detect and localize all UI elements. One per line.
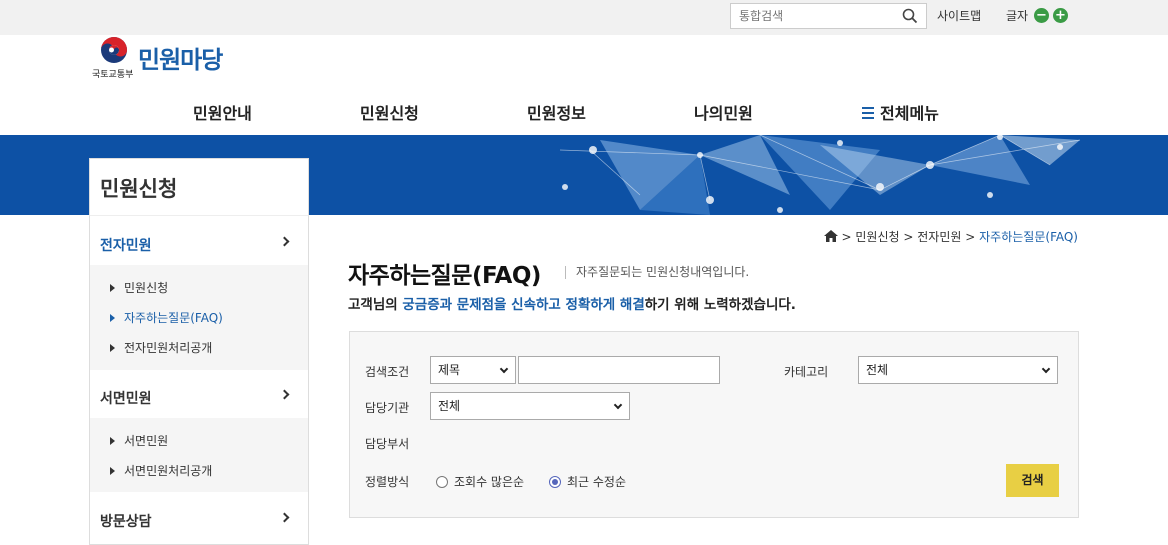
font-decrease-icon[interactable]: − xyxy=(1034,8,1049,23)
breadcrumb-item[interactable]: 민원신청 xyxy=(855,230,899,244)
government-emblem-icon xyxy=(101,37,127,63)
lnb-item-electronic-disclosure[interactable]: 전자민원처리공개 xyxy=(110,339,212,356)
lnb-submenu-written: 서면민원 서면민원처리공개 xyxy=(90,418,308,492)
breadcrumb-separator: > xyxy=(841,230,852,244)
breadcrumb-item[interactable]: 전자민원 xyxy=(917,230,961,244)
category-select[interactable]: 전체 xyxy=(858,356,1058,384)
lnb-title-box: 민원신청 xyxy=(89,158,309,215)
top-utility-bar: 사이트맵 글자 − + xyxy=(0,0,1168,35)
search-icon[interactable] xyxy=(902,8,918,24)
all-menu-button[interactable]: 전체메뉴 xyxy=(862,100,939,124)
intro-highlight: 궁금증과 문제점을 신속하고 정확하게 해결 xyxy=(402,297,645,313)
lnb-item-written[interactable]: 서면민원 xyxy=(110,432,168,449)
category-label: 카테고리 xyxy=(784,365,829,379)
agency-value: 전체 xyxy=(438,399,461,413)
font-size-label: 글자 xyxy=(1006,9,1029,23)
lnb-category-label: 방문상담 xyxy=(100,514,152,530)
chevron-right-icon xyxy=(279,512,290,523)
ministry-name: 국토교통부 xyxy=(92,70,134,80)
chevron-down-icon xyxy=(1041,364,1051,374)
nav-item-info[interactable]: 민원정보 xyxy=(527,100,586,124)
nav-item-guide[interactable]: 민원안내 xyxy=(193,100,252,124)
lnb-category-visit[interactable]: 방문상담 xyxy=(90,494,308,542)
lnb-submenu-electronic: 민원신청 자주하는질문(FAQ) 전자민원처리공개 xyxy=(90,265,308,370)
radio-button-selected[interactable] xyxy=(549,476,561,488)
lnb-category-electronic[interactable]: 전자민원 xyxy=(90,218,308,266)
page-title: 자주하는질문(FAQ) xyxy=(348,263,541,289)
lnb-item-apply[interactable]: 민원신청 xyxy=(110,279,168,296)
intro-text: 고객님의 궁금증과 문제점을 신속하고 정확하게 해결하기 위해 노력하겠습니다… xyxy=(348,293,796,313)
hamburger-icon xyxy=(862,107,874,120)
sort-option-recent[interactable]: 최근 수정순 xyxy=(549,473,626,490)
search-condition-label: 검색조건 xyxy=(365,365,410,379)
lnb-category-label: 전자민원 xyxy=(100,238,152,254)
chevron-right-icon xyxy=(279,236,290,247)
category-value: 전체 xyxy=(866,363,889,377)
department-label: 담당부서 xyxy=(365,437,410,451)
intro-prefix: 고객님의 xyxy=(348,297,403,313)
nav-item-apply[interactable]: 민원신청 xyxy=(360,100,419,124)
radio-button[interactable] xyxy=(436,476,448,488)
breadcrumb: > 민원신청 > 전자민원 > 자주하는질문(FAQ) xyxy=(823,228,1078,245)
chevron-right-icon xyxy=(279,389,290,400)
chevron-down-icon xyxy=(499,364,509,374)
home-icon[interactable] xyxy=(823,230,838,242)
global-search-input[interactable] xyxy=(731,4,891,28)
chevron-down-icon xyxy=(613,400,623,410)
sort-option-label: 최근 수정순 xyxy=(567,475,627,489)
site-logo[interactable]: 국토교통부 민원마당 xyxy=(92,36,252,82)
search-keyword-input[interactable] xyxy=(518,356,720,384)
agency-select[interactable]: 전체 xyxy=(430,392,630,420)
global-search-box xyxy=(730,3,927,29)
nav-item-my[interactable]: 나의민원 xyxy=(694,100,753,124)
sort-option-label: 조회수 많은순 xyxy=(454,475,525,489)
intro-suffix: 하기 위해 노력하겠습니다. xyxy=(644,297,796,313)
search-button[interactable]: 검색 xyxy=(1006,464,1059,497)
search-condition-value: 제목 xyxy=(438,363,461,377)
lnb-category-written[interactable]: 서면민원 xyxy=(90,371,308,419)
page-description: 자주질문되는 민원신청내역입니다. xyxy=(565,266,749,279)
lnb-item-faq[interactable]: 자주하는질문(FAQ) xyxy=(110,309,223,326)
lnb-item-written-disclosure[interactable]: 서면민원처리공개 xyxy=(110,462,212,479)
lnb-category-label: 서면민원 xyxy=(100,391,152,407)
font-increase-icon[interactable]: + xyxy=(1053,8,1068,23)
sort-label: 정렬방식 xyxy=(365,475,410,489)
lnb-title: 민원신청 xyxy=(100,177,178,201)
site-name: 민원마당 xyxy=(138,46,223,74)
breadcrumb-separator: > xyxy=(903,230,914,244)
all-menu-label: 전체메뉴 xyxy=(880,104,939,123)
search-condition-select[interactable]: 제목 xyxy=(430,356,516,384)
agency-label: 담당기관 xyxy=(365,401,410,415)
breadcrumb-current: 자주하는질문(FAQ) xyxy=(979,230,1078,244)
sitemap-link[interactable]: 사이트맵 xyxy=(937,7,981,24)
sort-option-views[interactable]: 조회수 많은순 xyxy=(436,473,524,490)
side-navigation: 전자민원 민원신청 자주하는질문(FAQ) 전자민원처리공개 서면민원 서면민원… xyxy=(89,215,309,545)
faq-search-form: 검색조건 제목 카테고리 전체 담당기관 전체 담당부서 정렬방식 조회수 많은… xyxy=(349,331,1079,518)
breadcrumb-separator: > xyxy=(965,230,976,244)
